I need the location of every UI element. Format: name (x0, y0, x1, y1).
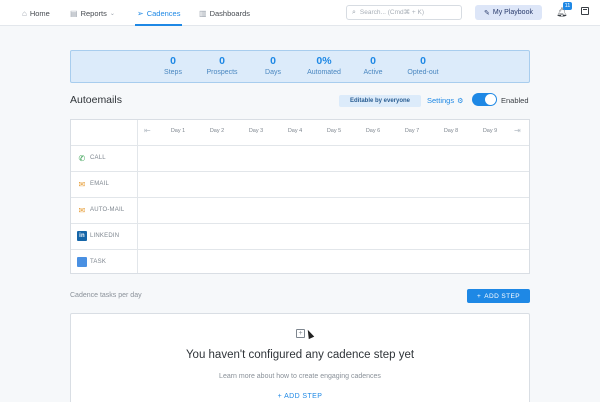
nav-dashboards-label: Dashboards (209, 8, 251, 18)
bar-chart-icon: ▥ (199, 8, 207, 18)
stat-opted-out: 0 Opted-out (393, 55, 453, 77)
grid-column-divider (137, 120, 138, 273)
nav-cadences-label: Cadences (146, 8, 181, 18)
day-header: Day 1 (170, 128, 186, 134)
search-icon: ⌕ (352, 8, 356, 16)
add-step-button[interactable]: + ADD STEP (467, 289, 530, 303)
linkedin-icon: in (77, 231, 87, 241)
nav-dashboards[interactable]: ▥ Dashboards (199, 0, 250, 26)
plus-icon: + (477, 292, 482, 300)
row-auto-mail: ✉ AUTO-MAIL (77, 205, 125, 215)
add-step-label: ADD STEP (484, 292, 520, 300)
add-step-link-label: ADD STEP (284, 393, 323, 400)
grid-divider (71, 249, 529, 250)
nav-reports[interactable]: ▤ Reports ⌄ (70, 0, 115, 26)
row-linkedin: in LINKEDIN (77, 231, 119, 241)
row-label-text: LINKEDIN (90, 233, 120, 239)
day-header: Day 8 (443, 128, 459, 134)
wand-icon: ✎ (484, 9, 490, 17)
auto-mail-icon: ✉ (78, 205, 86, 215)
row-label-text: EMAIL (90, 181, 110, 187)
calendar-icon[interactable] (581, 7, 589, 15)
day-header: Day 3 (248, 128, 264, 134)
nav-reports-label: Reports (80, 8, 107, 18)
search-box[interactable]: ⌕ (346, 5, 462, 20)
day-header: Day 5 (326, 128, 342, 134)
grid-divider (71, 145, 529, 146)
row-label-text: TASK (90, 259, 107, 265)
empty-state-subtitle[interactable]: Learn more about how to create engaging … (70, 373, 530, 380)
my-playbook-label: My Playbook (492, 9, 533, 16)
home-icon: ⌂ (22, 8, 27, 18)
reports-icon: ▤ (70, 8, 78, 18)
nav-home[interactable]: ⌂ Home (22, 0, 50, 26)
grid-divider (71, 223, 529, 224)
autoemails-settings-link[interactable]: Settings ⚙ (427, 96, 463, 105)
cadence-tasks-per-day-label: Cadence tasks per day (70, 292, 142, 299)
search-input[interactable] (359, 9, 455, 16)
next-days-arrow-icon[interactable]: ⇥ (514, 126, 521, 135)
cadence-steps-grid: ⇤ ⇥ Day 1 Day 2 Day 3 Day 4 Day 5 Day 6 … (70, 119, 530, 274)
phone-icon: ✆ (78, 153, 86, 163)
notification-badge: 11 (563, 2, 572, 10)
row-label-text: CALL (90, 155, 106, 161)
send-icon: ➢ (137, 8, 144, 18)
day-header: Day 2 (209, 128, 225, 134)
empty-state-add-step-link[interactable]: + ADD STEP (70, 393, 530, 400)
day-header: Day 9 (482, 128, 498, 134)
stat-value: 0 (420, 55, 426, 67)
nav-cadences[interactable]: ➢ Cadences (134, 0, 183, 26)
row-email: ✉ EMAIL (77, 179, 109, 189)
row-call: ✆ CALL (77, 153, 106, 163)
day-header: Day 7 (404, 128, 420, 134)
autoemails-title: Autoemails (70, 94, 122, 106)
autoemails-enabled-toggle[interactable] (472, 93, 497, 106)
add-box-icon[interactable]: + (296, 329, 305, 338)
row-task: TASK (77, 257, 106, 267)
toggle-knob (485, 94, 496, 105)
editable-by-everyone-badge: Editable by everyone (339, 95, 421, 107)
chevron-down-icon: ⌄ (109, 10, 115, 17)
day-header: Day 4 (287, 128, 303, 134)
grid-divider (71, 171, 529, 172)
top-navigation: ⌂ Home ▤ Reports ⌄ ➢ Cadences ▥ Dashboar… (0, 0, 600, 26)
day-header: Day 6 (365, 128, 381, 134)
task-icon (77, 257, 87, 267)
envelope-icon: ✉ (78, 179, 86, 189)
enabled-label: Enabled (501, 96, 529, 105)
cadence-stats-bar: 0 Steps 0 Prospects 0 Days 0% Automated … (70, 50, 530, 83)
stat-label: Opted-out (407, 69, 439, 76)
previous-days-arrow-icon[interactable]: ⇤ (144, 126, 151, 135)
my-playbook-button[interactable]: ✎ My Playbook (475, 5, 542, 20)
settings-label: Settings (427, 96, 455, 105)
nav-home-label: Home (29, 8, 50, 18)
grid-divider (71, 197, 529, 198)
gear-icon: ⚙ (457, 97, 464, 105)
empty-state-title: You haven't configured any cadence step … (185, 349, 415, 361)
row-label-text: AUTO-MAIL (90, 207, 125, 213)
